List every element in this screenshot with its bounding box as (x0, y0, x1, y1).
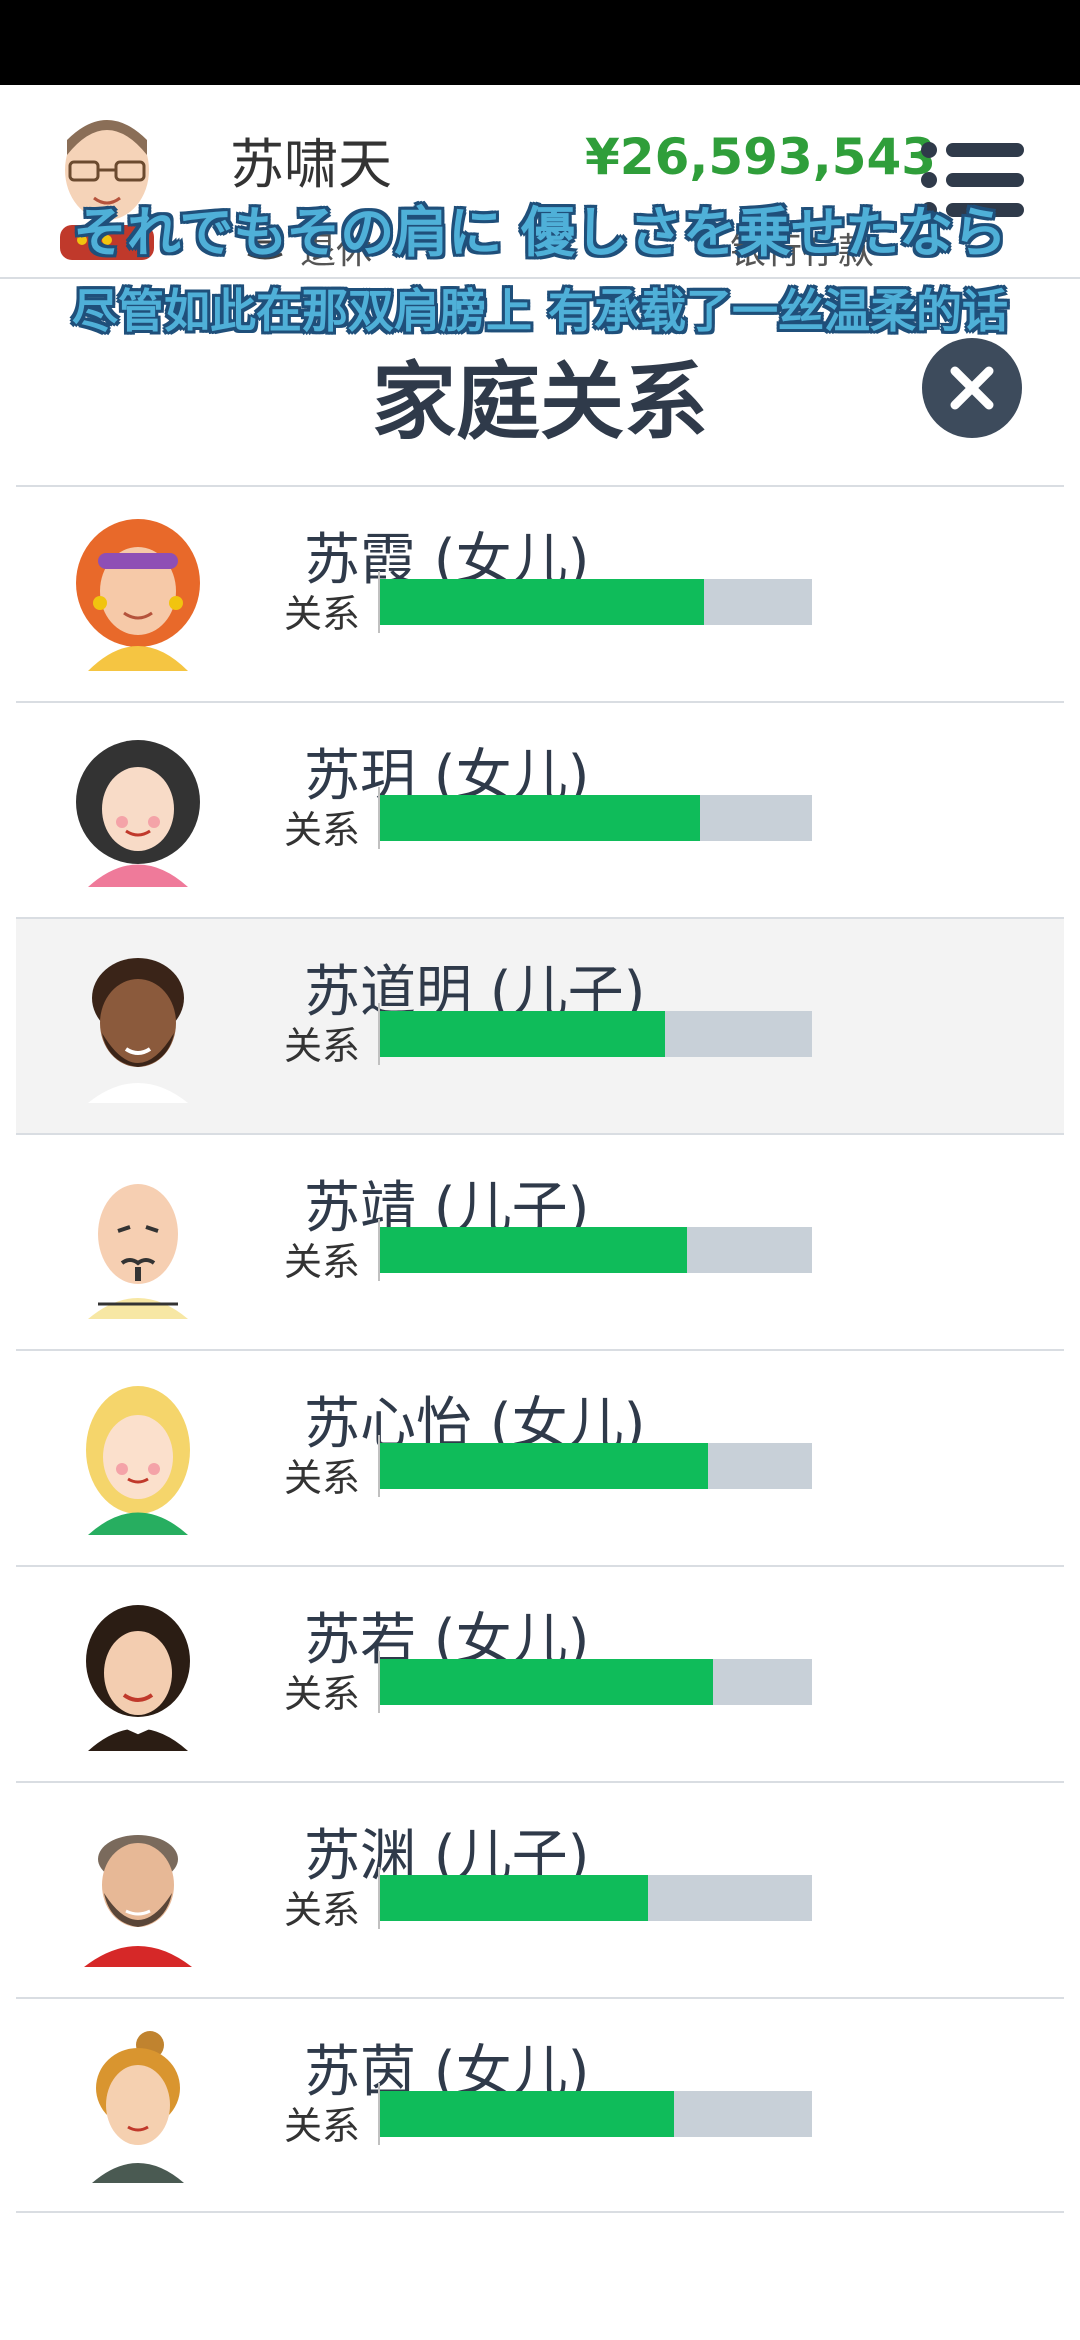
relationship-label: 关系 (284, 1888, 361, 1932)
relationship-fill (380, 1659, 713, 1705)
list-item[interactable]: 苏靖 (儿子) 关系 (16, 1133, 1064, 1349)
page-title: 家庭关系 (371, 353, 708, 451)
list-item[interactable]: 苏若 (女儿) 关系 (16, 1565, 1064, 1781)
list-item[interactable]: 苏渊 (儿子) 关系 (16, 1781, 1064, 1997)
girl-bun-avatar-icon (92, 2031, 184, 2183)
relationship-fill (380, 1227, 687, 1273)
relationship-bar (380, 2091, 812, 2137)
woman-black-hair-avatar-icon (76, 740, 200, 887)
blonde-woman-avatar-icon (86, 1386, 190, 1535)
list-item[interactable]: 苏心怡 (女儿) 关系 (16, 1349, 1064, 1565)
close-icon (950, 366, 994, 410)
status-bar (0, 0, 1080, 85)
subtitle-chinese: 尽管如此在那双肩膀上 有承载了一丝温柔的话 (71, 284, 1008, 338)
relationship-label: 关系 (284, 1672, 361, 1716)
relationship-fill (380, 579, 704, 625)
relationship-label: 关系 (284, 1024, 361, 1068)
bank-balance: ¥26,593,543 (585, 128, 937, 186)
list-item[interactable]: 苏茵 (女儿) 关系 (16, 1997, 1064, 2213)
list-item[interactable]: 苏道明 (儿子) 关系 (16, 917, 1064, 1133)
relationship-label: 关系 (284, 808, 361, 852)
relationship-fill (380, 1011, 666, 1057)
man-curly-beard-avatar-icon (88, 958, 188, 1103)
relationship-fill (380, 795, 700, 841)
family-list: 苏霞 (女儿) 关系 苏玥 (女儿) 关系 苏道明 (儿子) 关系 苏靖 (儿子… (16, 485, 1064, 2213)
bearded-man-avatar-icon (84, 1835, 192, 1967)
relationship-bar (380, 1011, 812, 1057)
relationship-fill (380, 2091, 674, 2137)
relationship-fill (380, 1875, 648, 1921)
relationship-label: 关系 (284, 1240, 361, 1284)
relationship-bar (380, 1875, 812, 1921)
list-item[interactable]: 苏玥 (女儿) 关系 (16, 701, 1064, 917)
relationship-bar (380, 795, 812, 841)
relationship-fill (380, 1443, 709, 1489)
relationship-bar (380, 1659, 812, 1705)
relationship-bar (380, 579, 812, 625)
list-item[interactable]: 苏霞 (女儿) 关系 (16, 485, 1064, 701)
bald-man-avatar-icon (88, 1184, 188, 1319)
woman-headband-avatar-icon (76, 519, 200, 671)
relationship-label: 关系 (284, 592, 361, 636)
woman-dark-hair-avatar-icon (86, 1605, 190, 1751)
relationship-label: 关系 (284, 2104, 361, 2148)
close-button[interactable] (922, 338, 1022, 438)
subtitle-japanese: それでもその肩に 優しさを乗せたなら (72, 201, 1008, 264)
relationship-bar (380, 1443, 812, 1489)
relationship-label: 关系 (284, 1456, 361, 1500)
relationship-bar (380, 1227, 812, 1273)
